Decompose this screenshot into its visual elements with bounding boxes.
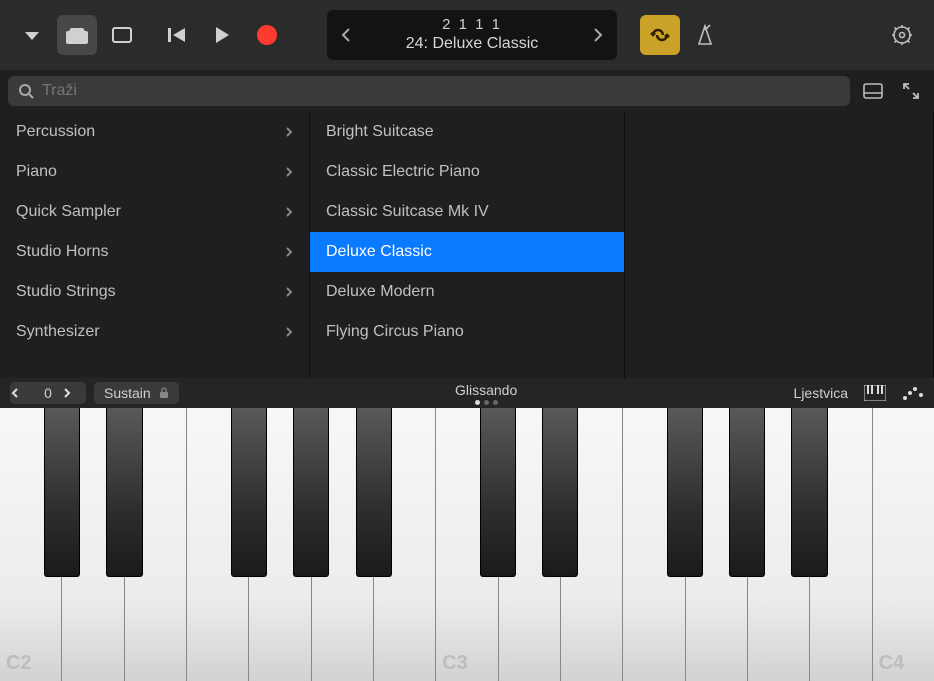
preset-label: Deluxe Modern xyxy=(326,283,435,301)
keyboard-control-bar: 0 Sustain Glissando Ljestvica xyxy=(0,378,934,408)
track-name[interactable]: 24: Deluxe Classic xyxy=(373,34,571,53)
category-label: Synthesizer xyxy=(16,323,100,341)
scale-button[interactable]: Ljestvica xyxy=(794,385,848,401)
black-key[interactable] xyxy=(356,408,392,577)
octave-value: 0 xyxy=(34,385,62,401)
menu-button[interactable] xyxy=(12,15,52,55)
chevron-right-icon xyxy=(285,246,293,258)
black-key[interactable] xyxy=(791,408,827,577)
settings-button[interactable] xyxy=(882,15,922,55)
lock-icon xyxy=(159,387,169,399)
preset-row[interactable]: Deluxe Modern xyxy=(310,272,624,312)
chevron-right-icon xyxy=(285,206,293,218)
key-label: C4 xyxy=(879,652,905,675)
search-bar xyxy=(0,70,934,112)
preset-row[interactable]: Flying Circus Piano xyxy=(310,312,624,352)
category-row[interactable]: Synthesizer xyxy=(0,312,309,352)
arpeggiator-icon[interactable] xyxy=(902,385,924,401)
category-label: Studio Horns xyxy=(16,243,109,261)
keyboard-layout-icon[interactable] xyxy=(864,385,886,401)
octave-up-button[interactable] xyxy=(62,387,86,399)
search-icon xyxy=(18,83,34,99)
black-key[interactable] xyxy=(44,408,80,577)
black-key[interactable] xyxy=(293,408,329,577)
transport-toolbar: 2 1 1 1 24: Deluxe Classic xyxy=(0,0,934,70)
chevron-right-icon xyxy=(285,166,293,178)
next-patch-button[interactable] xyxy=(581,10,617,60)
piano-keyboard[interactable]: C2 C3 C4 xyxy=(0,408,934,681)
panel-toggle-button[interactable] xyxy=(858,76,888,106)
octave-stepper: 0 xyxy=(10,382,86,404)
record-button[interactable] xyxy=(247,15,287,55)
preset-label: Deluxe Classic xyxy=(326,243,432,261)
sustain-button[interactable]: Sustain xyxy=(94,382,179,404)
preset-label: Classic Suitcase Mk IV xyxy=(326,203,489,221)
rewind-button[interactable] xyxy=(157,15,197,55)
prev-patch-button[interactable] xyxy=(327,10,363,60)
keyboard-mode-selector[interactable]: Glissando xyxy=(187,382,786,405)
category-label: Percussion xyxy=(16,123,95,141)
view-button[interactable] xyxy=(102,15,142,55)
category-column: Percussion Piano Quick Sampler Studio Horns… xyxy=(0,112,310,378)
play-button[interactable] xyxy=(202,15,242,55)
preset-label: Bright Suitcase xyxy=(326,123,434,141)
page-dots xyxy=(187,400,786,405)
preset-row[interactable]: Classic Suitcase Mk IV xyxy=(310,192,624,232)
white-key[interactable]: C4 xyxy=(873,408,934,681)
black-key[interactable] xyxy=(667,408,703,577)
category-label: Studio Strings xyxy=(16,283,116,301)
key-label: C3 xyxy=(442,652,468,675)
keyboard-mode-label: Glissando xyxy=(187,382,786,398)
record-icon xyxy=(257,25,277,45)
black-key[interactable] xyxy=(480,408,516,577)
black-key[interactable] xyxy=(231,408,267,577)
search-field[interactable] xyxy=(8,76,850,106)
category-label: Quick Sampler xyxy=(16,203,121,221)
detail-column xyxy=(625,112,934,378)
key-label: C2 xyxy=(6,652,32,675)
chevron-right-icon xyxy=(285,286,293,298)
preset-label: Flying Circus Piano xyxy=(326,323,464,341)
chevron-right-icon xyxy=(285,126,293,138)
category-row[interactable]: Studio Strings xyxy=(0,272,309,312)
sound-browser: Percussion Piano Quick Sampler Studio Horns… xyxy=(0,112,934,378)
black-key[interactable] xyxy=(729,408,765,577)
search-input[interactable] xyxy=(42,82,840,100)
lcd-display: 2 1 1 1 24: Deluxe Classic xyxy=(327,10,617,60)
preset-row[interactable]: Bright Suitcase xyxy=(310,112,624,152)
category-label: Piano xyxy=(16,163,57,181)
category-row[interactable]: Studio Horns xyxy=(0,232,309,272)
preset-label: Classic Electric Piano xyxy=(326,163,480,181)
preset-column: Bright Suitcase Classic Electric Piano Cla… xyxy=(310,112,625,378)
category-row[interactable]: Quick Sampler xyxy=(0,192,309,232)
preset-row[interactable]: Classic Electric Piano xyxy=(310,152,624,192)
category-row[interactable]: Percussion xyxy=(0,112,309,152)
preset-row[interactable]: Deluxe Classic xyxy=(310,232,624,272)
black-key[interactable] xyxy=(106,408,142,577)
fullscreen-button[interactable] xyxy=(896,76,926,106)
black-key[interactable] xyxy=(542,408,578,577)
category-row[interactable]: Piano xyxy=(0,152,309,192)
metronome-button[interactable] xyxy=(685,15,725,55)
chevron-right-icon xyxy=(285,326,293,338)
playhead-position: 2 1 1 1 xyxy=(373,16,571,34)
octave-down-button[interactable] xyxy=(10,387,34,399)
sustain-label: Sustain xyxy=(104,385,151,401)
cycle-button[interactable] xyxy=(640,15,680,55)
library-button[interactable] xyxy=(57,15,97,55)
